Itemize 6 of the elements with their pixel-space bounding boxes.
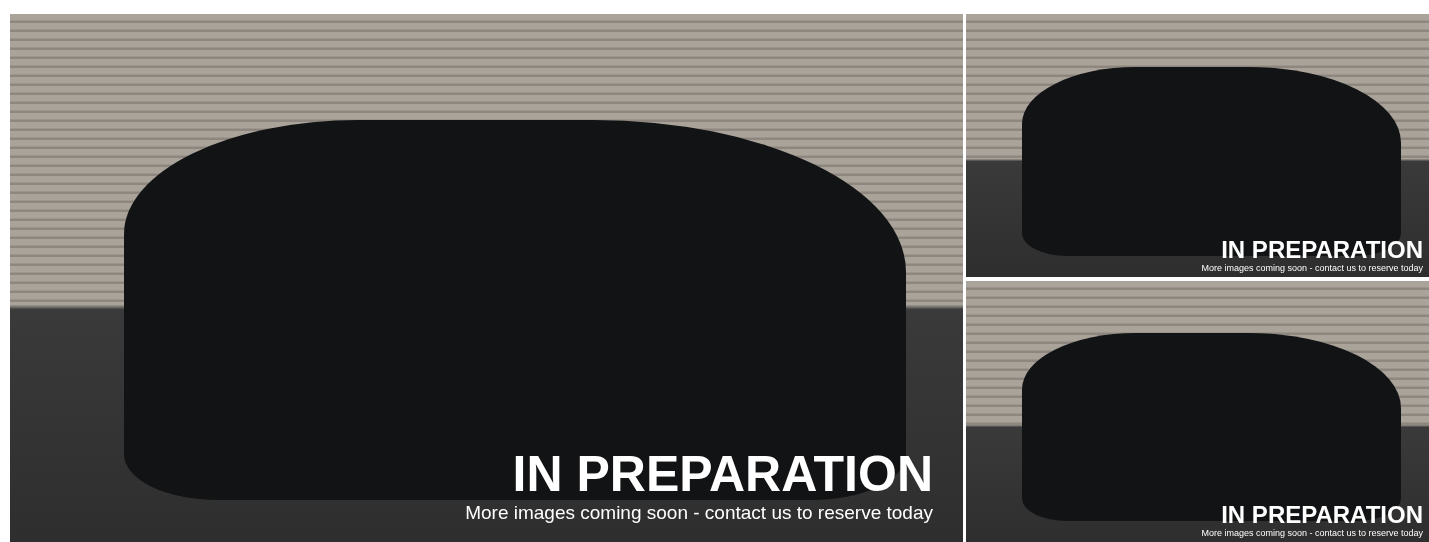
overlay-title: IN PREPARATION [512, 447, 933, 502]
overlay-text: More images coming soon - contact us to reserve today [1201, 528, 1423, 538]
overlay-title: IN PREPARATION [1221, 236, 1423, 263]
overlay-text: More images coming soon - contact us to reserve today [465, 502, 933, 524]
overlay-title: IN PREPARATION [1221, 501, 1423, 528]
overlay-text: More images coming soon - contact us to reserve today [1201, 263, 1423, 273]
